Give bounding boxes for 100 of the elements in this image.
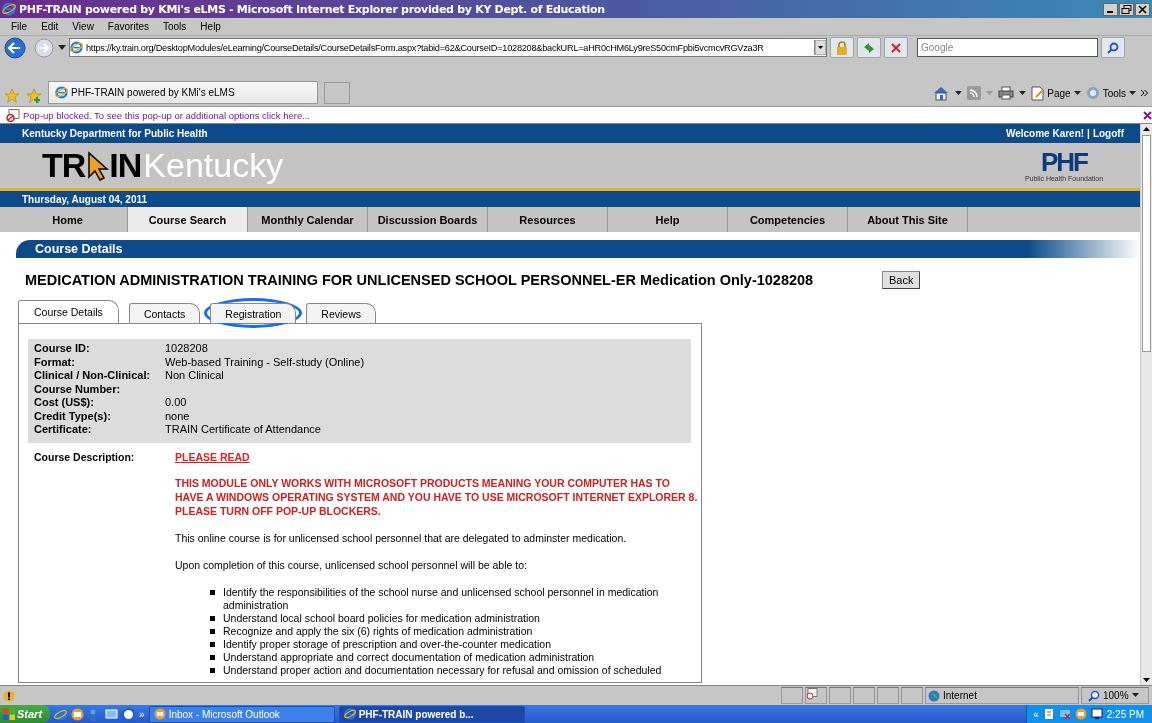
list-item-text: Understand appropriate and correct documentation of medication administration bbox=[223, 650, 595, 664]
info-bar-message[interactable]: Pop-up blocked. To see this pop-up or additional options click here... bbox=[23, 109, 311, 121]
field-label: Credit Type(s): bbox=[34, 409, 112, 423]
date-bar: Thursday, August 04, 2011 bbox=[0, 191, 1140, 207]
cursor-arrow-icon bbox=[85, 150, 110, 181]
field-label: Course ID: bbox=[34, 342, 91, 356]
field-label: Certificate: bbox=[34, 423, 93, 437]
settings-icon bbox=[1085, 86, 1100, 100]
field-value: TRAIN Certificate of Attendance bbox=[165, 423, 322, 437]
page-icon bbox=[1031, 85, 1045, 101]
restore-icon[interactable] bbox=[1119, 2, 1134, 16]
search-button[interactable] bbox=[1101, 37, 1125, 58]
warning-icon bbox=[3, 689, 15, 702]
field-label: Course Description: bbox=[33, 450, 136, 465]
dropdown-icon[interactable] bbox=[814, 40, 826, 55]
field-value: Web-based Training - Self-study (Online) bbox=[165, 355, 366, 369]
browser-tab[interactable]: PHF-TRAIN powered by KMi's eLMS bbox=[48, 81, 318, 104]
network-icon[interactable] bbox=[105, 707, 119, 721]
separator-text: | bbox=[1087, 128, 1090, 139]
network-icon[interactable] bbox=[1058, 708, 1071, 720]
envelope-icon bbox=[153, 708, 166, 720]
print-icon[interactable] bbox=[998, 86, 1015, 100]
security-zone: Internet bbox=[925, 687, 1079, 704]
menu-item[interactable]: Favorites bbox=[100, 21, 156, 32]
menu-item[interactable]: View bbox=[65, 21, 101, 32]
clock: 2:25 PM bbox=[1106, 708, 1144, 720]
organization-name: Kentucky Department for Public Health bbox=[22, 128, 208, 139]
dropdown-icon bbox=[1073, 90, 1081, 96]
monitor-icon[interactable] bbox=[1090, 708, 1103, 720]
menu-item[interactable]: Help bbox=[193, 21, 228, 32]
back-button[interactable]: Back bbox=[882, 271, 921, 289]
list-item-text: Identify proper storage of prescription and over-the-counter medication bbox=[223, 637, 551, 651]
refresh-button[interactable] bbox=[857, 37, 881, 58]
status-bar-panel bbox=[853, 687, 875, 704]
zoom-icon bbox=[1088, 689, 1100, 702]
description-text: Upon completion of this course, unlicensed school personnel will be able to: bbox=[175, 557, 528, 572]
list-item-text: Understand local school board policies for medication administration bbox=[223, 611, 540, 625]
status-bar-panel bbox=[781, 687, 803, 704]
taskbar-button[interactable]: Inbox - Microsoft Outlook bbox=[148, 705, 335, 723]
status-bar-panel bbox=[877, 687, 899, 704]
please-read-link[interactable]: PLEASE READ bbox=[175, 450, 250, 463]
window-title: PHF-TRAIN powered by KMi's eLMS - Microsoft Internet Explorer provided by KY Dept. of Education bbox=[19, 2, 605, 16]
tools-menu[interactable]: Tools bbox=[1085, 86, 1136, 100]
tab[interactable]: Course Details bbox=[18, 300, 119, 323]
minimize-icon[interactable] bbox=[1103, 2, 1118, 16]
ie-logo-icon bbox=[2, 2, 16, 16]
dropdown-icon[interactable] bbox=[1019, 90, 1027, 96]
section-heading: Course Details bbox=[16, 240, 1140, 258]
field-label: Course Number: bbox=[34, 382, 122, 396]
warning-text: THIS MODULE ONLY WORKS WITH MICROSOFT PRODUCTS MEANING YOUR COMPUTER HAS TO HAVE A WINDOWS OPERATING SYSTEM AND YOU HAVE TO USE MICROSOFT INTERNET EXPLORER 8. PLEASE TURN OFF POP-UP BLOCKERS. bbox=[175, 475, 698, 518]
status-bar-panel bbox=[901, 687, 923, 704]
nav-tab[interactable]: Course Search bbox=[128, 207, 248, 232]
description-text: This online course is for unlicensed school personnel that are delegated to adminster medication. bbox=[175, 530, 628, 545]
status-bar-panel bbox=[829, 687, 851, 704]
logoff-link[interactable]: Logoff bbox=[1092, 128, 1124, 139]
windows-logo-icon bbox=[3, 708, 15, 720]
tab[interactable]: Reviews bbox=[306, 303, 377, 323]
ie-logo-icon bbox=[70, 41, 83, 54]
dropdown-icon bbox=[1131, 693, 1139, 698]
menu-item[interactable]: File bbox=[4, 21, 35, 32]
page-menu[interactable]: Page bbox=[1031, 85, 1081, 101]
menu-item[interactable]: Tools bbox=[156, 21, 194, 32]
globe-icon bbox=[928, 689, 940, 702]
star-icon[interactable] bbox=[4, 88, 20, 104]
list-item-text: Recognize and apply the six (6) rights of medication administration bbox=[223, 624, 533, 638]
field-label: Clinical / Non-Clinical: bbox=[34, 369, 152, 383]
envelope-icon[interactable] bbox=[71, 707, 85, 721]
overflow-button[interactable]: » bbox=[139, 708, 145, 720]
site-logo: TR INKentucky bbox=[42, 146, 284, 185]
lock-icon bbox=[836, 40, 848, 55]
close-icon[interactable] bbox=[1135, 2, 1150, 16]
stop-icon bbox=[890, 41, 902, 54]
start-button[interactable]: Start bbox=[0, 705, 51, 723]
chevron-icon[interactable] bbox=[1141, 89, 1148, 97]
field-value: none bbox=[165, 409, 191, 423]
close-icon[interactable] bbox=[1143, 110, 1152, 120]
tab[interactable]: Registration bbox=[210, 303, 297, 323]
field-value: 0.00 bbox=[165, 396, 188, 410]
zoom-control[interactable]: 100% bbox=[1081, 687, 1149, 704]
list-item-text: Understand proper action and documentation necessary for refusal and omission of scheduled bbox=[223, 663, 662, 677]
course-title: MEDICATION ADMINISTRATION TRAINING FOR UNLICENSED SCHOOL PERSONNEL-ER Medication Only-1028208 bbox=[25, 272, 815, 288]
scroll-thumb[interactable] bbox=[1142, 135, 1151, 352]
field-label: Format: bbox=[34, 355, 76, 369]
ie-logo-icon bbox=[55, 86, 68, 99]
address-field[interactable]: https://ky.train.org/DesktopModules/eLearning/CourseDetails/CourseDetailsForm.aspx?tabid=62&CourseID=1028208&backURL=aHR0cHM6Ly9reS50cmFpbi5vcmcvRGVza3R bbox=[69, 38, 827, 57]
field-value: Non Clinical bbox=[165, 369, 225, 383]
dropdown-icon[interactable] bbox=[955, 90, 963, 96]
stop-button[interactable] bbox=[884, 37, 908, 58]
taskbar-button[interactable]: PHF-TRAIN powered b... bbox=[338, 705, 525, 723]
search-field[interactable]: Google bbox=[917, 38, 1098, 57]
welcome-text: Welcome Karen! bbox=[1005, 128, 1085, 139]
ie-logo-icon bbox=[54, 707, 68, 721]
list-item-text: Identify the responsibilities of the school nurse and unlicensed school personnel in medication administration bbox=[223, 585, 660, 612]
scrollbar[interactable] bbox=[1140, 124, 1152, 685]
tab[interactable]: Contacts bbox=[128, 303, 201, 323]
dropdown-icon[interactable] bbox=[58, 44, 66, 51]
field-label: Cost (US$): bbox=[34, 396, 95, 410]
menu-item[interactable]: Edit bbox=[34, 21, 66, 32]
field-value: 1028208 bbox=[165, 342, 209, 356]
dropdown-icon bbox=[1129, 90, 1136, 96]
